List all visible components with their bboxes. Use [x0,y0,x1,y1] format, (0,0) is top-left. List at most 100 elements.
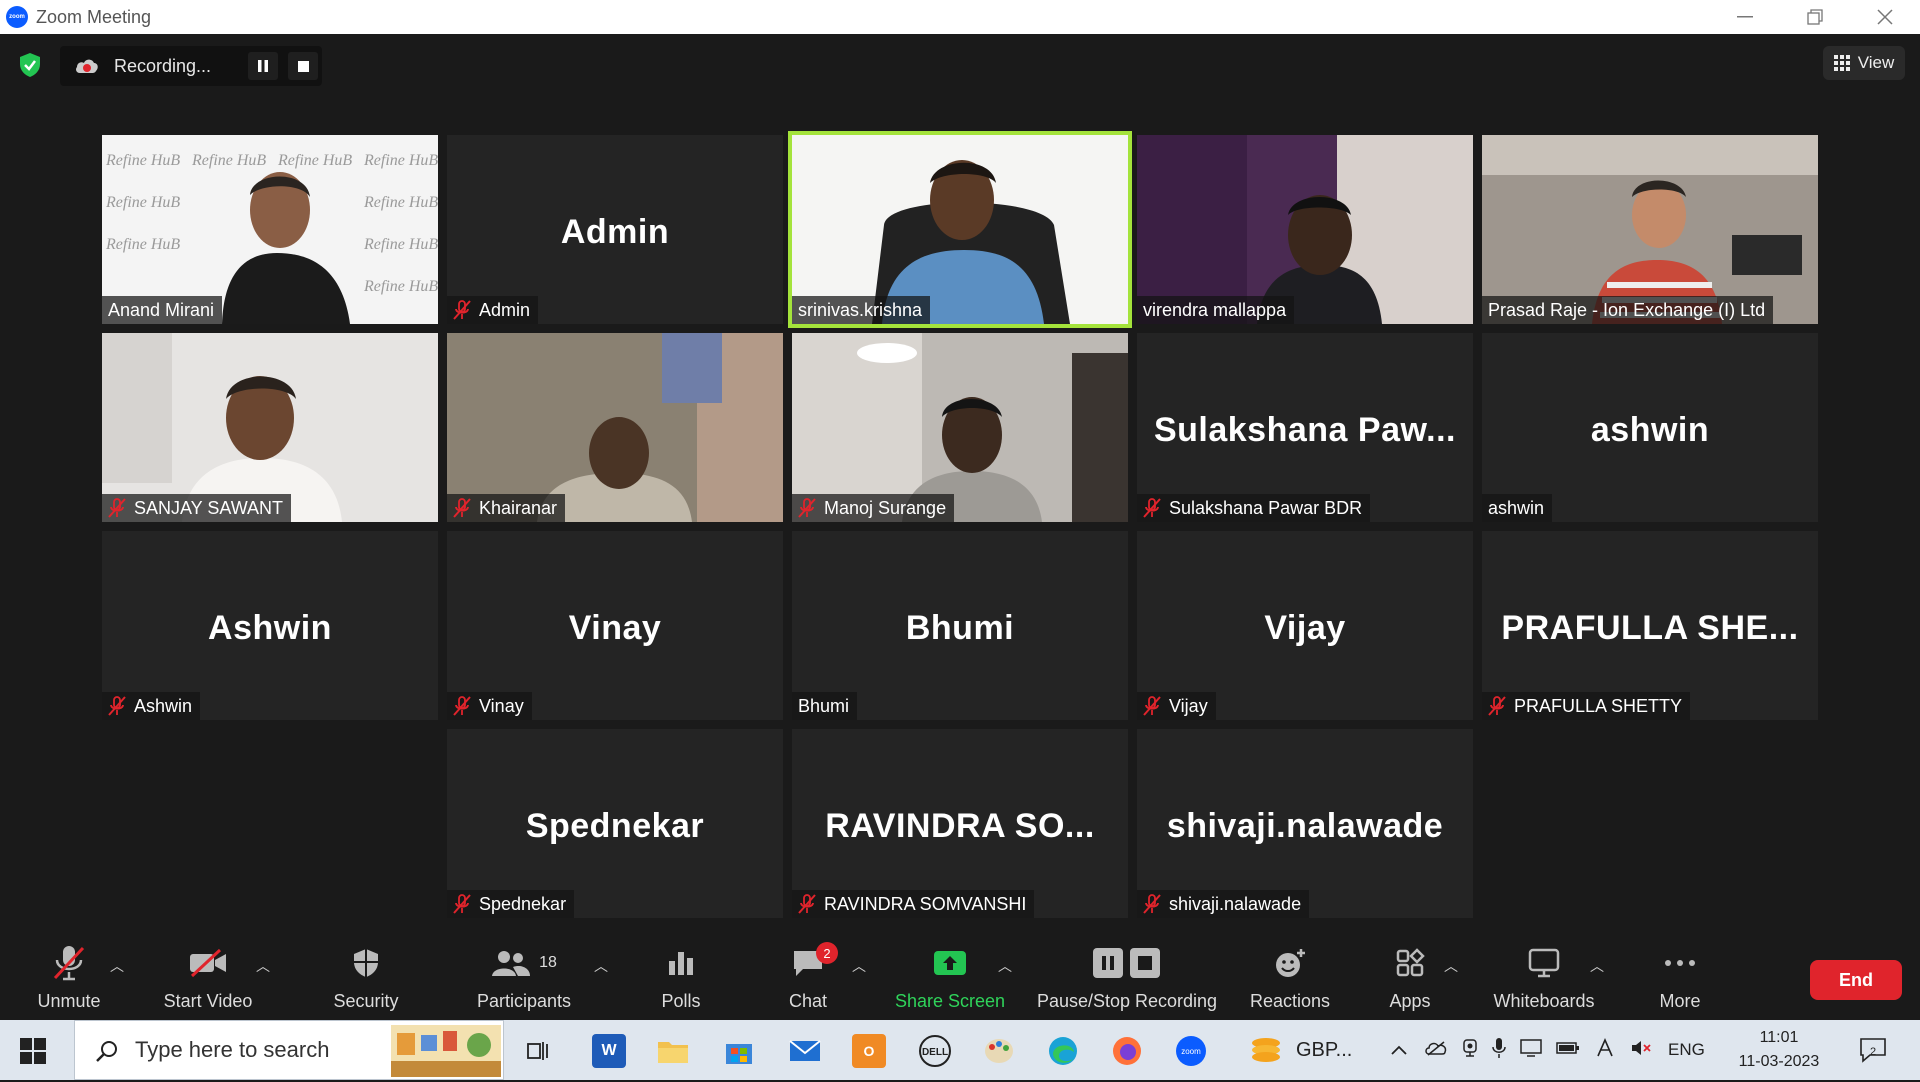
polls-button[interactable]: Polls [640,932,722,1020]
pause-recording-button[interactable] [248,52,278,80]
microsoft-store-icon[interactable] [722,1034,756,1068]
participant-tile[interactable]: Bhumi Bhumi [792,531,1128,720]
stop-recording-button[interactable] [288,52,318,80]
participant-big-name: RAVINDRA SO... [825,807,1095,845]
participant-tile[interactable]: Ashwin Ashwin [102,531,438,720]
muted-microphone-icon [52,941,86,985]
participant-tile[interactable]: Prasad Raje - Ion Exchange (I) Ltd [1482,135,1818,324]
participant-name-label: Khairanar [447,494,566,522]
restore-button[interactable] [1780,0,1850,34]
minimize-button[interactable] [1710,0,1780,34]
participant-name-label: RAVINDRA SOMVANSHI [792,890,1035,918]
participant-tile[interactable]: Vijay Vijay [1137,531,1473,720]
mail-app-icon[interactable] [788,1034,822,1068]
battery-icon[interactable] [1556,1040,1580,1060]
paint-app-icon[interactable] [982,1034,1016,1068]
language-indicator[interactable]: ENG [1668,1040,1705,1060]
webcam-icon[interactable] [1462,1038,1478,1063]
encryption-shield-icon[interactable] [17,52,43,78]
chat-options-caret-icon[interactable]: ︿ [852,956,866,976]
dell-app-icon[interactable]: DELL [918,1034,952,1068]
participant-tile[interactable]: PRAFULLA SHE... PRAFULLA SHETTY [1482,531,1818,720]
network-icon[interactable] [1594,1037,1616,1063]
security-button[interactable]: Security [320,932,412,1020]
background-logo-text: Refine HuB [363,152,438,169]
chat-button[interactable]: Chat [768,932,848,1020]
firefox-browser-icon[interactable] [1110,1034,1144,1068]
start-video-button[interactable]: Start Video [150,932,266,1020]
view-button[interactable]: View [1823,46,1905,80]
view-label: View [1857,53,1895,72]
participant-tile[interactable]: Manoj Surange [792,333,1128,522]
whiteboards-button[interactable]: Whiteboards [1484,932,1604,1020]
share-screen-icon [932,941,968,985]
background-logo-text: Refine HuB [277,152,352,169]
reactions-smiley-icon [1273,941,1307,985]
background-logo-text: Refine HuB [363,194,438,211]
participants-button[interactable]: 18 Participants [466,932,582,1020]
audio-options-caret-icon[interactable]: ︿ [110,956,124,976]
close-button[interactable] [1850,0,1920,34]
muted-mic-icon [108,696,126,716]
end-meeting-button[interactable]: End [1810,960,1902,1000]
apps-label: Apps [1389,991,1431,1011]
participant-tile[interactable]: virendra mallappa [1137,135,1473,324]
background-logo-text: Refine HuB [191,152,266,169]
zoom-app-icon[interactable]: zoom [1174,1034,1208,1068]
file-explorer-icon[interactable] [656,1034,690,1068]
share-options-caret-icon[interactable]: ︿ [998,956,1012,976]
edge-browser-icon[interactable] [1046,1034,1080,1068]
security-shield-icon [352,941,380,985]
taskbar-clock[interactable]: 11:01 11-03-2023 [1724,1026,1834,1074]
onedrive-cloud-icon[interactable] [1424,1040,1448,1061]
participant-tile[interactable]: Sulakshana Paw... Sulakshana Pawar BDR [1137,333,1473,522]
background-logo-text: Refine HuB [363,278,438,295]
reactions-label: Reactions [1249,991,1331,1011]
participant-tile[interactable]: Khairanar [447,333,783,522]
participant-tile[interactable]: Vinay Vinay [447,531,783,720]
chat-unread-badge: 2 [816,942,838,964]
windows-start-icon[interactable] [20,1038,46,1064]
participant-tile[interactable]: shivaji.nalawade shivaji.nalawade [1137,729,1473,918]
taskbar-search-box[interactable]: Type here to search [74,1020,504,1080]
word-app-icon[interactable]: W [592,1034,626,1068]
participant-big-name: Sulakshana Paw... [1153,411,1457,449]
outlook-app-icon[interactable]: O [852,1034,886,1068]
participant-big-name: Admin [560,213,670,251]
task-view-icon[interactable] [522,1034,556,1068]
stacked-coins-icon [1252,1038,1280,1062]
participant-big-name: Vijay [1264,609,1346,647]
share-screen-button[interactable]: Share Screen [890,932,1010,1020]
show-hidden-icons-chevron-icon[interactable] [1390,1040,1408,1060]
video-options-caret-icon[interactable]: ︿ [256,956,270,976]
microphone-in-use-icon[interactable] [1492,1037,1506,1064]
participant-big-name: PRAFULLA SHE... [1501,609,1799,647]
active-speaker-tile[interactable]: srinivas.krishna [788,131,1132,328]
notification-center-icon[interactable]: 2 [1858,1036,1888,1064]
participant-tile[interactable]: RAVINDRA SO... RAVINDRA SOMVANSHI [792,729,1128,918]
more-button[interactable]: More [1640,932,1720,1020]
pause-stop-recording-button[interactable]: Pause/Stop Recording [1034,932,1220,1020]
display-settings-icon[interactable] [1520,1038,1542,1063]
participants-options-caret-icon[interactable]: ︿ [594,956,608,976]
participant-name-label: srinivas.krishna [792,296,931,324]
participant-tile[interactable]: Spednekar Spednekar [447,729,783,918]
participant-name-label: Ashwin [102,692,201,720]
participants-icon: 18 [491,941,557,985]
participant-tile[interactable]: Admin Admin [447,135,783,324]
participant-tile[interactable]: Refine HuB Refine HuB Refine HuB Refine … [102,135,438,324]
participant-name-label: Prasad Raje - Ion Exchange (I) Ltd [1482,296,1774,324]
volume-muted-icon[interactable] [1630,1038,1652,1063]
participant-big-name: Vinay [568,609,662,647]
reactions-button[interactable]: Reactions [1240,932,1340,1020]
pinned-app[interactable]: GBP... [1248,1020,1352,1080]
close-icon [1877,9,1893,25]
whiteboards-options-caret-icon[interactable]: ︿ [1590,956,1604,976]
participant-tile[interactable]: ashwin ashwin [1482,333,1818,522]
unmute-label: Unmute [37,991,101,1011]
participant-tile[interactable]: SANJAY SAWANT [102,333,438,522]
participant-name-label: Sulakshana Pawar BDR [1137,494,1371,522]
apps-button[interactable]: Apps [1372,932,1448,1020]
unmute-button[interactable]: Unmute [26,932,112,1020]
apps-options-caret-icon[interactable]: ︿ [1444,956,1458,976]
